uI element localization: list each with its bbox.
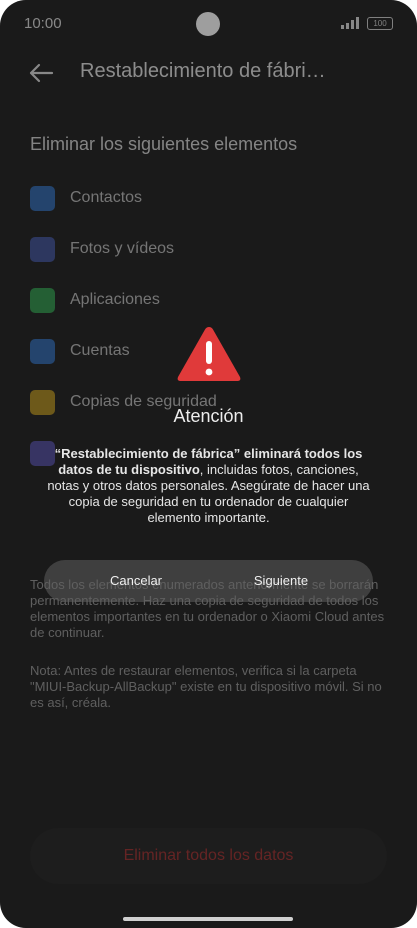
phone-screen: 10:00 100 Restablecimiento de fábri… Eli…	[0, 0, 417, 928]
dialog-button-bar: Cancelar Siguiente	[44, 560, 373, 602]
cancel-button[interactable]: Cancelar	[54, 560, 218, 602]
next-button[interactable]: Siguiente	[199, 560, 363, 602]
dialog-message: “Restablecimiento de fábrica” eliminará …	[44, 446, 373, 526]
home-indicator[interactable]	[123, 917, 293, 921]
dialog-title: Atención	[173, 406, 244, 426]
warning-icon	[177, 327, 241, 381]
